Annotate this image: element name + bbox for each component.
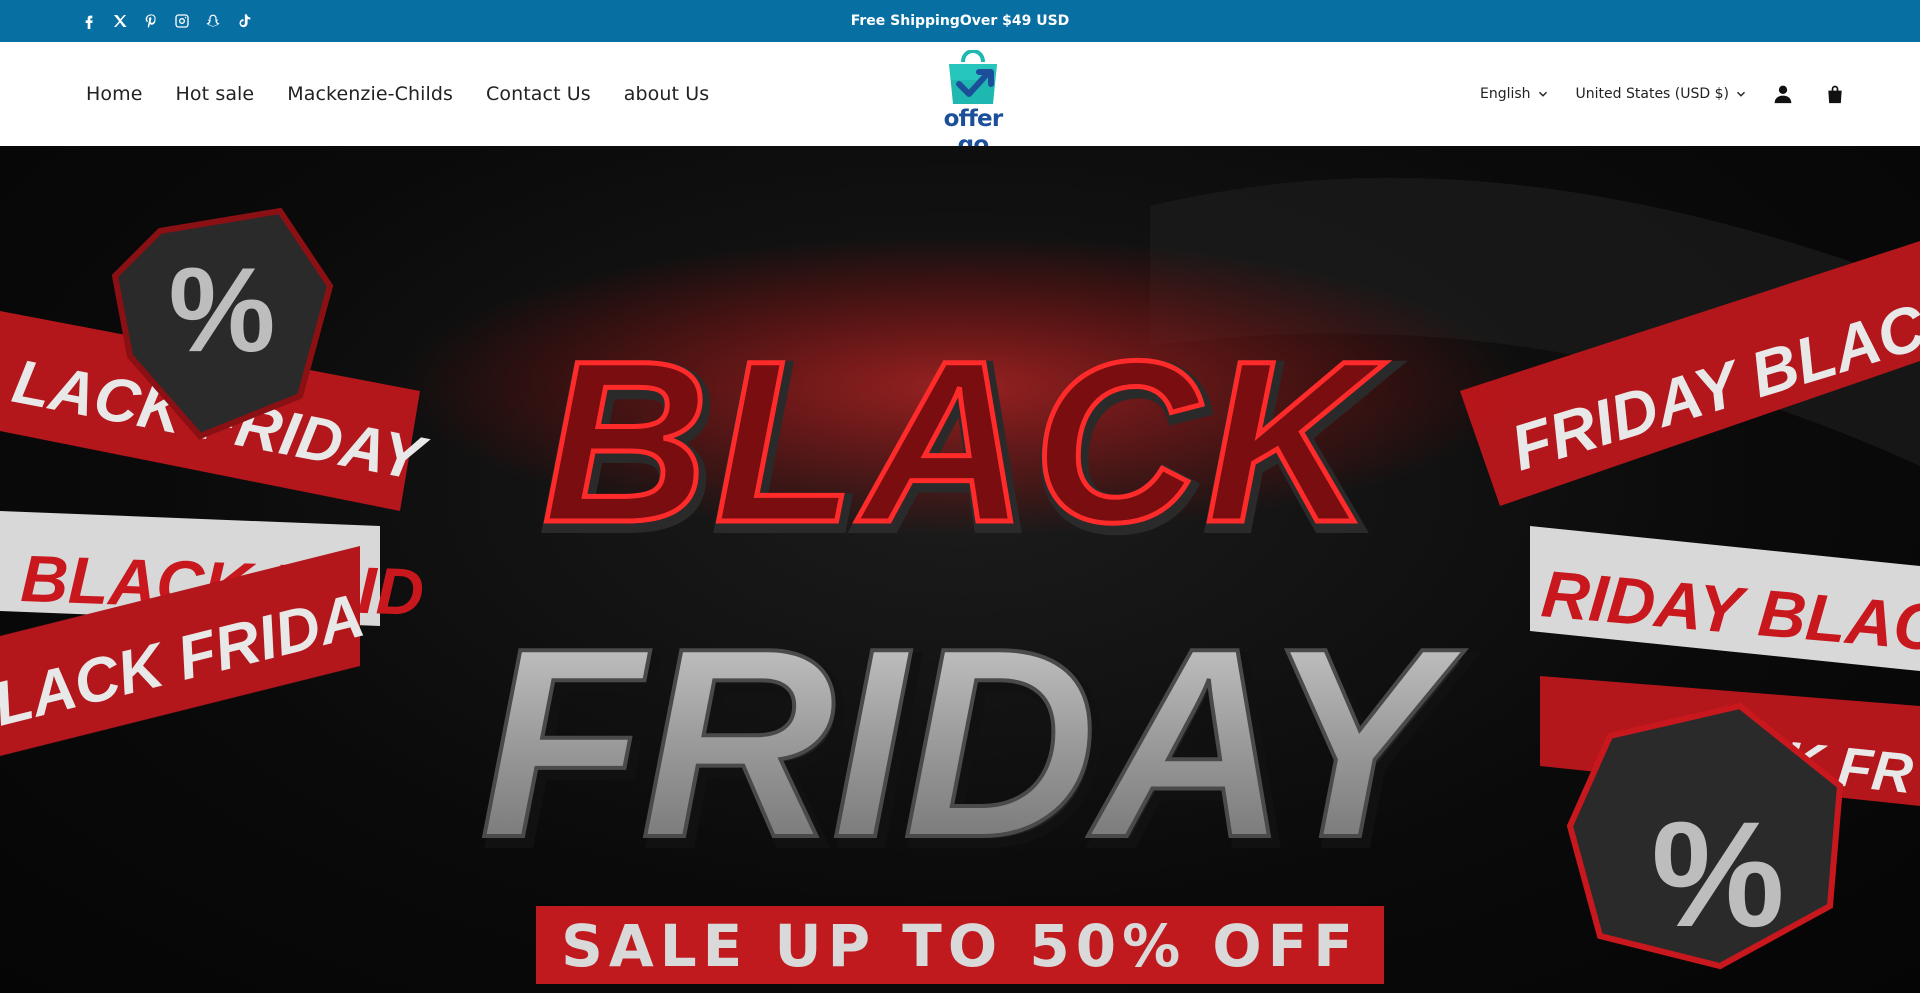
language-label: English (1479, 86, 1531, 102)
site-logo[interactable]: offer go (926, 50, 1020, 158)
chevron-down-icon (1538, 91, 1547, 97)
site-header: Home Hot sale Mackenzie-Childs Contact U… (0, 42, 1920, 158)
currency-label: United States (USD $) (1575, 86, 1729, 102)
nav-item-hot-sale[interactable]: Hot sale (176, 83, 255, 105)
ribbon-right-mid: RIDAY BLACK (1530, 526, 1920, 671)
announcement-text: Free ShippingOver $49 USD (850, 13, 1070, 29)
nav-item-home[interactable]: Home (86, 83, 143, 105)
headline-friday: FRIDAY (480, 593, 1467, 894)
percent-symbol: % (1651, 790, 1784, 958)
percent-symbol: % (169, 243, 276, 377)
sale-banner-text: SALE UP TO 50% OFF (561, 912, 1359, 980)
nav-item-contact-us[interactable]: Contact Us (486, 83, 591, 105)
announcement-bar: Free ShippingOver $49 USD (0, 0, 1920, 42)
cart-icon[interactable] (1824, 83, 1846, 105)
header-utilities: English United States (USD $) (1480, 42, 1846, 146)
language-selector[interactable]: English (1480, 86, 1548, 102)
black-friday-hero-graphic: LACK FRIDAY FRIDAY BLAC BLACK FRID LACK … (0, 177, 1920, 984)
headline-black: BLACK (543, 313, 1387, 570)
shopping-bag-logo-icon (949, 50, 997, 104)
nav-item-about-us[interactable]: about Us (624, 83, 709, 105)
nav-item-mackenzie-childs[interactable]: Mackenzie-Childs (287, 83, 453, 105)
main-nav: Home Hot sale Mackenzie-Childs Contact U… (86, 42, 709, 146)
currency-selector[interactable]: United States (USD $) (1576, 86, 1746, 102)
account-icon[interactable] (1772, 83, 1794, 105)
hero-banner[interactable]: LACK FRIDAY FRIDAY BLAC BLACK FRID LACK … (0, 146, 1920, 993)
sale-banner: SALE UP TO 50% OFF (536, 906, 1384, 984)
chevron-down-icon (1737, 91, 1745, 97)
